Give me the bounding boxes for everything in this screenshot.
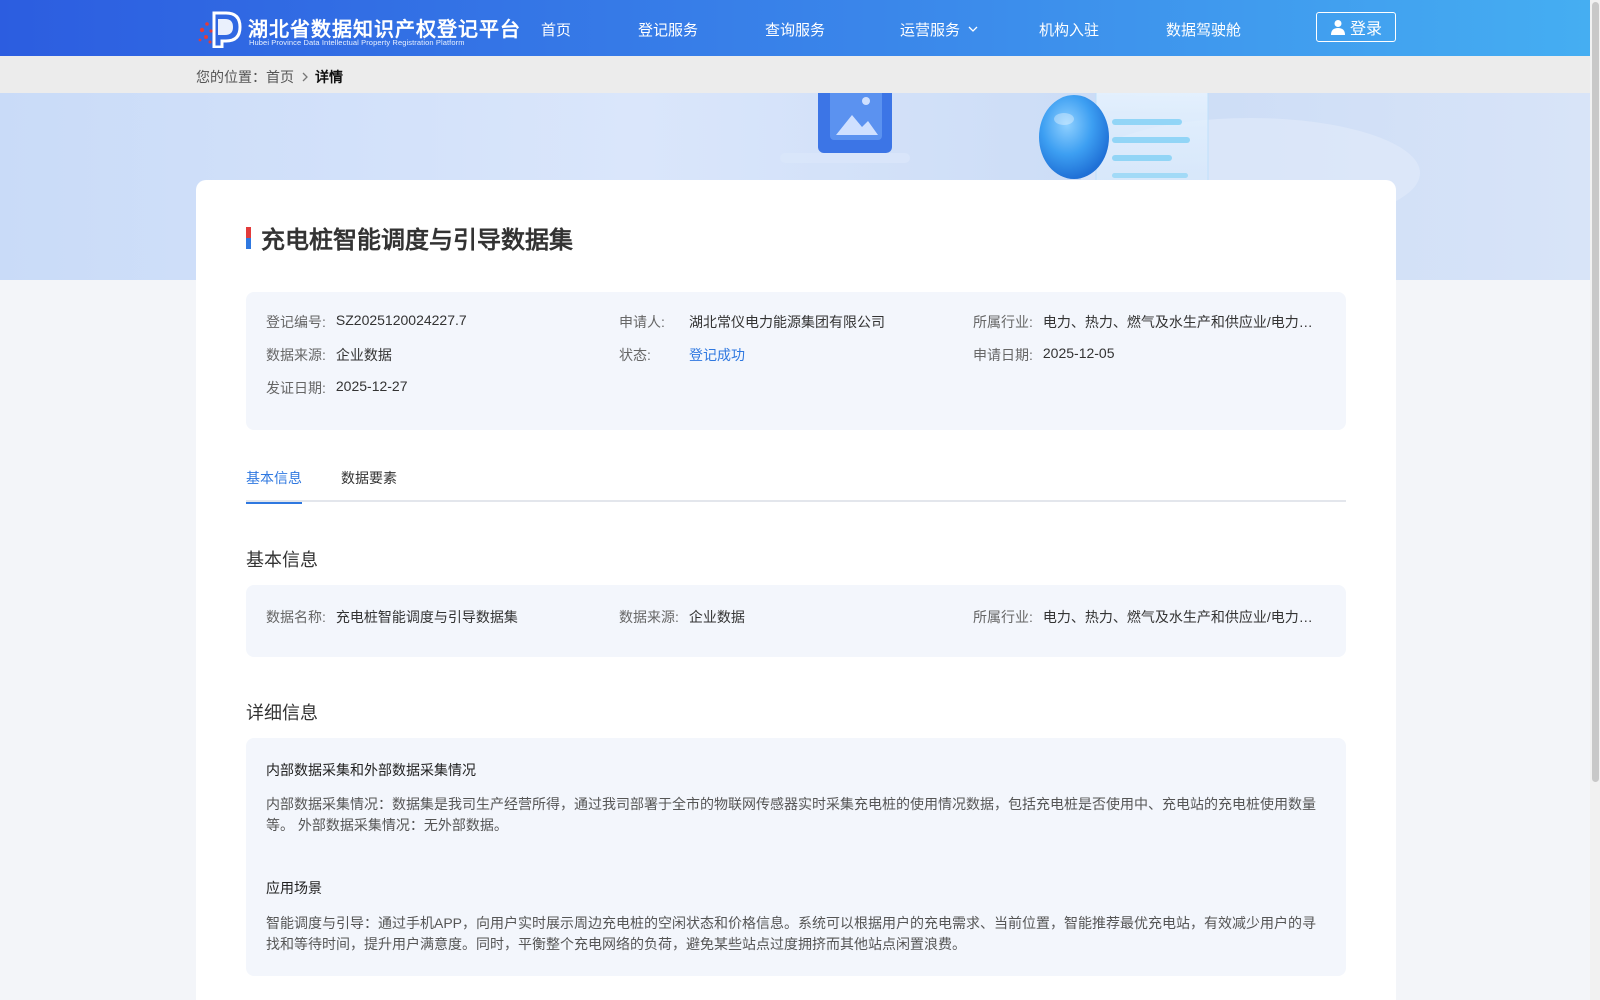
field-value: 2025-12-27 (335, 378, 408, 394)
field-label: 所属行业: (973, 609, 1033, 625)
breadcrumb: 您的位置： 首页 详情 (196, 67, 343, 87)
detail-heading-collection: 内部数据采集和外部数据采集情况 (266, 762, 476, 778)
field-label: 数据名称: (266, 609, 326, 625)
nav-data-cockpit[interactable]: 数据驾驶舱 (1166, 19, 1241, 40)
nav-home[interactable]: 首页 (541, 19, 571, 40)
status-badge: 登记成功 (689, 347, 745, 363)
nav-institution-label: 机构入驻 (1039, 22, 1100, 39)
field-value: 企业数据 (335, 347, 392, 363)
field-status: 状态: 登记成功 (619, 345, 949, 365)
field-value: 湖北常仪电力能源集团有限公司 (689, 314, 885, 330)
field-reg-no: 登记编号: SZ2025120024227.7 (266, 312, 596, 332)
summary-panel: 登记编号: SZ2025120024227.7 申请人: 湖北常仪电力能源集团有… (246, 292, 1346, 430)
logo-mark-icon (198, 11, 242, 48)
field-data-source: 数据来源: 企业数据 (266, 345, 596, 365)
field-value: 企业数据 (688, 609, 745, 625)
field-value: 充电桩智能调度与引导数据集 (335, 609, 518, 625)
nav-registration-service[interactable]: 登记服务 (638, 19, 698, 40)
field-value: 电力、热力、燃气及水生产和供应业/电力、热力生产和供应业 (1042, 609, 1323, 625)
scrollbar-thumb[interactable] (1592, 2, 1599, 782)
nav-registration-label: 登记服务 (638, 22, 699, 39)
nav-query-label: 查询服务 (765, 22, 826, 39)
field-industry: 所属行业: 电力、热力、燃气及水生产和供应业/电力、热力生产和供应业 (973, 312, 1323, 332)
detail-heading-scenario: 应用场景 (266, 880, 322, 896)
breadcrumb-bar: 您的位置： 首页 详情 (0, 56, 1590, 93)
detail-info-panel: 内部数据采集和外部数据采集情况 内部数据采集情况：数据集是我司生产经营所得，通过… (246, 738, 1346, 976)
field-label: 申请人: (619, 314, 665, 330)
nav-cockpit-label: 数据驾驶舱 (1166, 22, 1242, 39)
nav-home-label: 首页 (541, 22, 572, 39)
tab-label: 基本信息 (246, 470, 302, 486)
field-label: 数据来源: (619, 609, 679, 625)
section-title-detail: 详细信息 (246, 703, 318, 723)
field-label: 所属行业: (973, 314, 1033, 330)
user-icon (1330, 20, 1345, 35)
breadcrumb-home-link[interactable]: 首页 (266, 67, 294, 87)
detail-body-scenario: 智能调度与引导：通过手机APP，向用户实时展示周边充电桩的空闲状态和价格信息。系… (266, 915, 1317, 952)
basic-info-panel: 数据名称: 充电桩智能调度与引导数据集 数据来源: 企业数据 所属行业: 电力、… (246, 585, 1346, 657)
field-issue-date: 发证日期: 2025-12-27 (266, 378, 596, 398)
top-header: 湖北省数据知识产权登记平台 Hubei Province Data Intell… (0, 0, 1590, 56)
tab-data-elements[interactable]: 数据要素 (341, 468, 397, 502)
field-apply-date: 申请日期: 2025-12-05 (973, 345, 1323, 365)
page-title-block: 充电桩智能调度与引导数据集 (246, 220, 573, 255)
section-title-basic: 基本信息 (246, 550, 318, 570)
field-data-name: 数据名称: 充电桩智能调度与引导数据集 (266, 607, 596, 627)
site-logo[interactable]: 湖北省数据知识产权登记平台 Hubei Province Data Intell… (196, 10, 520, 48)
nav-institution-entry[interactable]: 机构入驻 (1039, 19, 1099, 40)
nav-query-service[interactable]: 查询服务 (765, 19, 825, 40)
breadcrumb-current: 详情 (315, 69, 343, 85)
login-label: 登录 (1349, 21, 1382, 38)
detail-card: 充电桩智能调度与引导数据集 登记编号: SZ2025120024227.7 申请… (196, 180, 1396, 1000)
page-title: 充电桩智能调度与引导数据集 (261, 227, 573, 254)
tab-basic-info[interactable]: 基本信息 (246, 468, 302, 504)
logo-title-en: Hubei Province Data Intellectual Propert… (249, 38, 465, 47)
field-label: 数据来源: (266, 347, 326, 363)
breadcrumb-prefix: 您的位置： (196, 69, 266, 85)
detail-tabs: 基本信息 数据要素 (246, 468, 1346, 504)
nav-operation-service[interactable]: 运营服务 (900, 19, 978, 40)
field-value: 2025-12-05 (1042, 345, 1115, 361)
field-label: 发证日期: (266, 380, 326, 396)
field-label: 状态: (619, 347, 651, 363)
tab-label: 数据要素 (341, 470, 397, 486)
field-value: SZ2025120024227.7 (335, 312, 467, 328)
field-label: 申请日期: (973, 347, 1033, 363)
field-value: 电力、热力、燃气及水生产和供应业/电力、热力生产和供应业 (1042, 314, 1323, 330)
field-applicant: 申请人: 湖北常仪电力能源集团有限公司 (619, 312, 949, 332)
field-basic-industry: 所属行业: 电力、热力、燃气及水生产和供应业/电力、热力生产和供应业 (973, 607, 1323, 627)
field-basic-source: 数据来源: 企业数据 (619, 607, 949, 627)
chevron-right-icon (302, 72, 309, 82)
detail-body-collection: 内部数据采集情况：数据集是我司生产经营所得，通过我司部署于全市的物联网传感器实时… (266, 796, 1316, 833)
field-label: 登记编号: (266, 314, 326, 330)
login-button[interactable]: 登录 (1316, 12, 1396, 42)
title-accent-icon (246, 226, 251, 249)
chevron-down-icon (968, 20, 978, 37)
nav-operation-label: 运营服务 (900, 22, 961, 39)
